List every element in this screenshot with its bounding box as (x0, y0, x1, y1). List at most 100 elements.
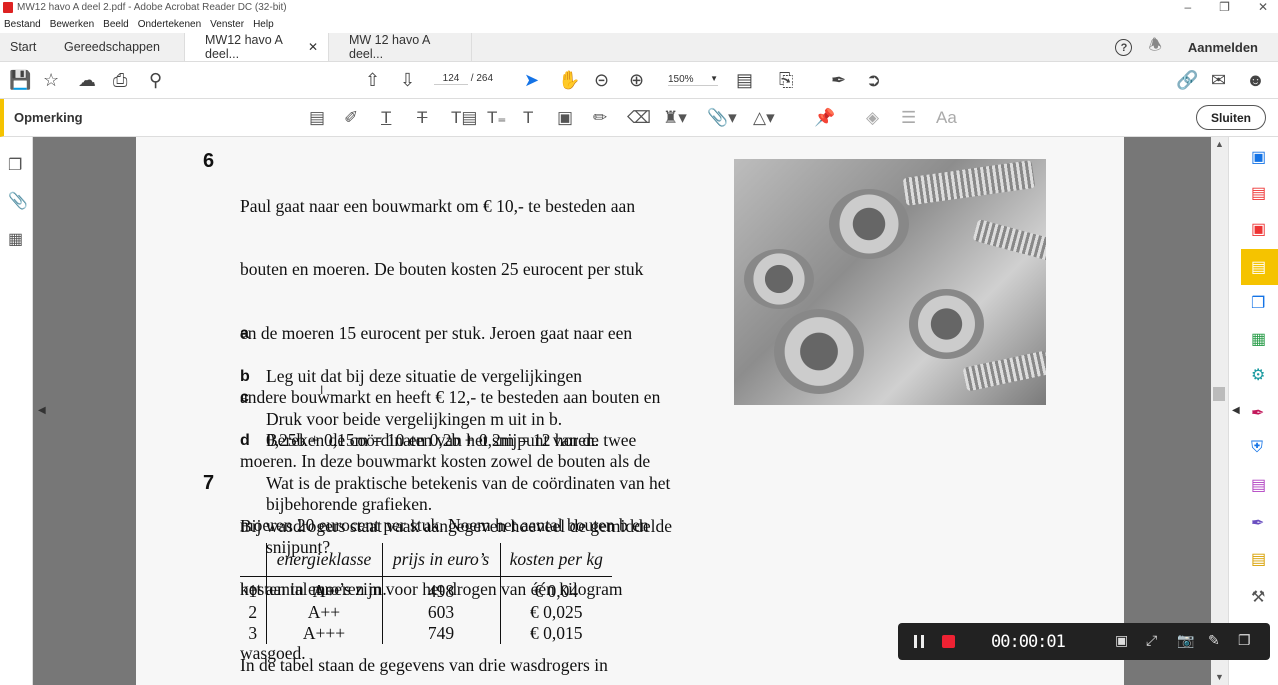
bolt-shape (962, 350, 1046, 392)
tab-document-2[interactable]: MW 12 havo A deel... (329, 33, 472, 61)
export-pdf-icon[interactable]: ▣ (1251, 219, 1266, 239)
pencil-icon[interactable]: ✏ (593, 108, 607, 128)
table-cell: 1 (240, 576, 267, 602)
question-6-number: 6 (203, 150, 215, 172)
replace-text-icon[interactable]: T▤ (451, 108, 477, 128)
more-tools-icon[interactable]: ⚒ (1251, 587, 1265, 607)
protect-shield-icon[interactable]: ⛨ (1251, 439, 1263, 457)
camera-icon[interactable]: 📷 (1177, 632, 1194, 649)
request-signature-icon[interactable]: ✒ (1251, 513, 1264, 533)
attach-file-icon[interactable]: 📎▾ (707, 108, 737, 128)
link-icon[interactable]: 🔗 (1176, 70, 1198, 90)
tab-document-active[interactable]: MW12 havo A deel... ✕ (185, 33, 329, 61)
star-icon[interactable]: ☆ (43, 70, 59, 90)
shrink-icon[interactable]: ⤢ (1146, 632, 1157, 649)
underline-text-icon[interactable]: T (381, 108, 391, 128)
table-header: energieklasse (266, 543, 383, 577)
recording-timer: 00:00:01 (991, 632, 1066, 652)
eraser-icon[interactable]: ⌫ (627, 108, 651, 128)
strikethrough-icon[interactable]: T (417, 108, 427, 128)
menu-item-beeld[interactable]: Beeld (103, 19, 129, 30)
table-row: 3 A+++ 749 € 0,015 (240, 622, 612, 644)
scroll-up-icon[interactable]: ▲ (1215, 139, 1224, 149)
organize-pages-icon[interactable]: ▤ (1251, 183, 1266, 203)
create-pdf-icon[interactable]: ▣ (1251, 147, 1266, 167)
page-thumbnails-icon[interactable]: ❐ (8, 155, 22, 175)
menu-item-bewerken[interactable]: Bewerken (50, 19, 94, 30)
highlight-icon[interactable]: ✐ (344, 108, 358, 128)
user-share-icon[interactable]: ☻ (1246, 70, 1265, 90)
q7-line: Bij wasdrogers staat vaak aangegeven hoe… (240, 515, 672, 536)
page-down-icon[interactable]: ⇩ (400, 70, 415, 90)
collapse-left-icon[interactable]: ◀ (38, 405, 46, 416)
mail-icon[interactable]: ✉ (1211, 70, 1226, 90)
shapes-icon[interactable]: △▾ (753, 108, 775, 128)
tab-tools-label: Gereedschappen (64, 40, 160, 54)
close-window-icon[interactable]: ✕ (1258, 0, 1268, 14)
prepare-form-icon[interactable]: ▤ (1251, 475, 1266, 495)
page-view-icon[interactable]: ▤ (736, 70, 753, 90)
zoom-select[interactable]: 150% ▼ (668, 74, 718, 86)
menu-item-help[interactable]: Help (253, 19, 274, 30)
save-icon[interactable]: 💾 (9, 70, 31, 90)
bookmarks-icon[interactable]: ▦ (8, 229, 23, 249)
question-7-continuation: In de tabel staan de gegevens van drie w… (240, 655, 608, 675)
attachments-icon[interactable]: 📎 (8, 191, 28, 211)
window-icon[interactable]: ❐ (1238, 632, 1251, 649)
page-up-icon[interactable]: ⇧ (365, 70, 380, 90)
send-for-review-icon[interactable]: ▤ (1251, 549, 1266, 569)
add-text-icon[interactable]: T (523, 108, 533, 128)
compare-icon[interactable]: ⚙ (1251, 365, 1265, 385)
line-weight-icon[interactable]: ☰ (901, 108, 916, 128)
zoom-out-icon[interactable]: ⊝ (594, 70, 609, 90)
scrollbar-thumb[interactable] (1213, 387, 1225, 401)
minimize-icon[interactable]: – (1184, 0, 1191, 14)
print-icon[interactable]: ⎙ (113, 70, 127, 90)
part-letter: a (240, 325, 249, 343)
vertical-scrollbar[interactable]: ▲ ▼ (1211, 137, 1228, 685)
share-icon[interactable]: ➲ (866, 70, 881, 90)
pause-icon[interactable] (914, 635, 924, 648)
nut-shape (909, 289, 984, 359)
close-comment-button[interactable]: Sluiten (1196, 105, 1266, 130)
cloud-upload-icon[interactable]: ☁ (78, 70, 96, 90)
stamp-icon[interactable]: ♜▾ (663, 108, 687, 128)
comment-tool-icon[interactable]: ▤ (1251, 257, 1266, 277)
q6-line: bouten en moeren. De bouten kosten 25 eu… (240, 259, 644, 280)
table-cell: 603 (382, 601, 501, 623)
fill-sign-icon[interactable]: ✒ (1251, 403, 1264, 423)
sign-pen-icon[interactable]: ✒ (831, 70, 846, 90)
edit-pdf-icon[interactable]: ▦ (1251, 329, 1266, 349)
zoom-value: 150% (668, 74, 694, 85)
scroll-down-icon[interactable]: ▼ (1215, 672, 1224, 682)
insert-text-icon[interactable]: T₌ (487, 108, 506, 128)
stop-record-icon[interactable] (942, 635, 955, 648)
page-number-input[interactable]: 124 (434, 73, 468, 85)
scroll-mode-icon[interactable]: ⎘ (779, 70, 793, 90)
help-icon[interactable]: ? (1115, 39, 1133, 56)
nut-shape (774, 309, 864, 394)
text-box-icon[interactable]: ▣ (557, 108, 573, 128)
menu-item-bestand[interactable]: Bestand (4, 19, 41, 30)
collapse-right-icon[interactable]: ◀ (1232, 405, 1240, 416)
font-size-icon[interactable]: Aa (936, 108, 957, 128)
menu-item-ondertekenen[interactable]: Ondertekenen (138, 19, 201, 30)
draw-pen-icon[interactable]: ✎ (1208, 632, 1220, 649)
fill-color-icon[interactable]: ◈ (866, 108, 879, 128)
zoom-in-icon[interactable]: ⊕ (629, 70, 644, 90)
pin-icon[interactable]: 📌 (814, 108, 835, 128)
select-cursor-icon[interactable]: ➤ (524, 70, 539, 90)
combine-files-icon[interactable]: ❐ (1251, 293, 1265, 313)
sign-in-button[interactable]: Aanmelden (1188, 40, 1258, 55)
search-icon[interactable]: ⚲ (149, 70, 162, 90)
tab-start[interactable]: Start (0, 33, 50, 61)
menu-item-venster[interactable]: Venster (210, 19, 244, 30)
focus-icon[interactable]: ▣ (1115, 632, 1128, 649)
restore-icon[interactable]: ❐ (1219, 0, 1230, 14)
hand-tool-icon[interactable]: ✋ (558, 70, 580, 90)
bell-icon[interactable]: 🕭 (1148, 35, 1161, 60)
document-viewer[interactable]: ◀ 6 Paul gaat naar een bouwmarkt om € 10… (33, 137, 1211, 685)
close-tab-icon[interactable]: ✕ (308, 40, 318, 54)
sticky-note-icon[interactable]: ▤ (309, 108, 325, 128)
tab-tools[interactable]: Gereedschappen (50, 33, 185, 61)
